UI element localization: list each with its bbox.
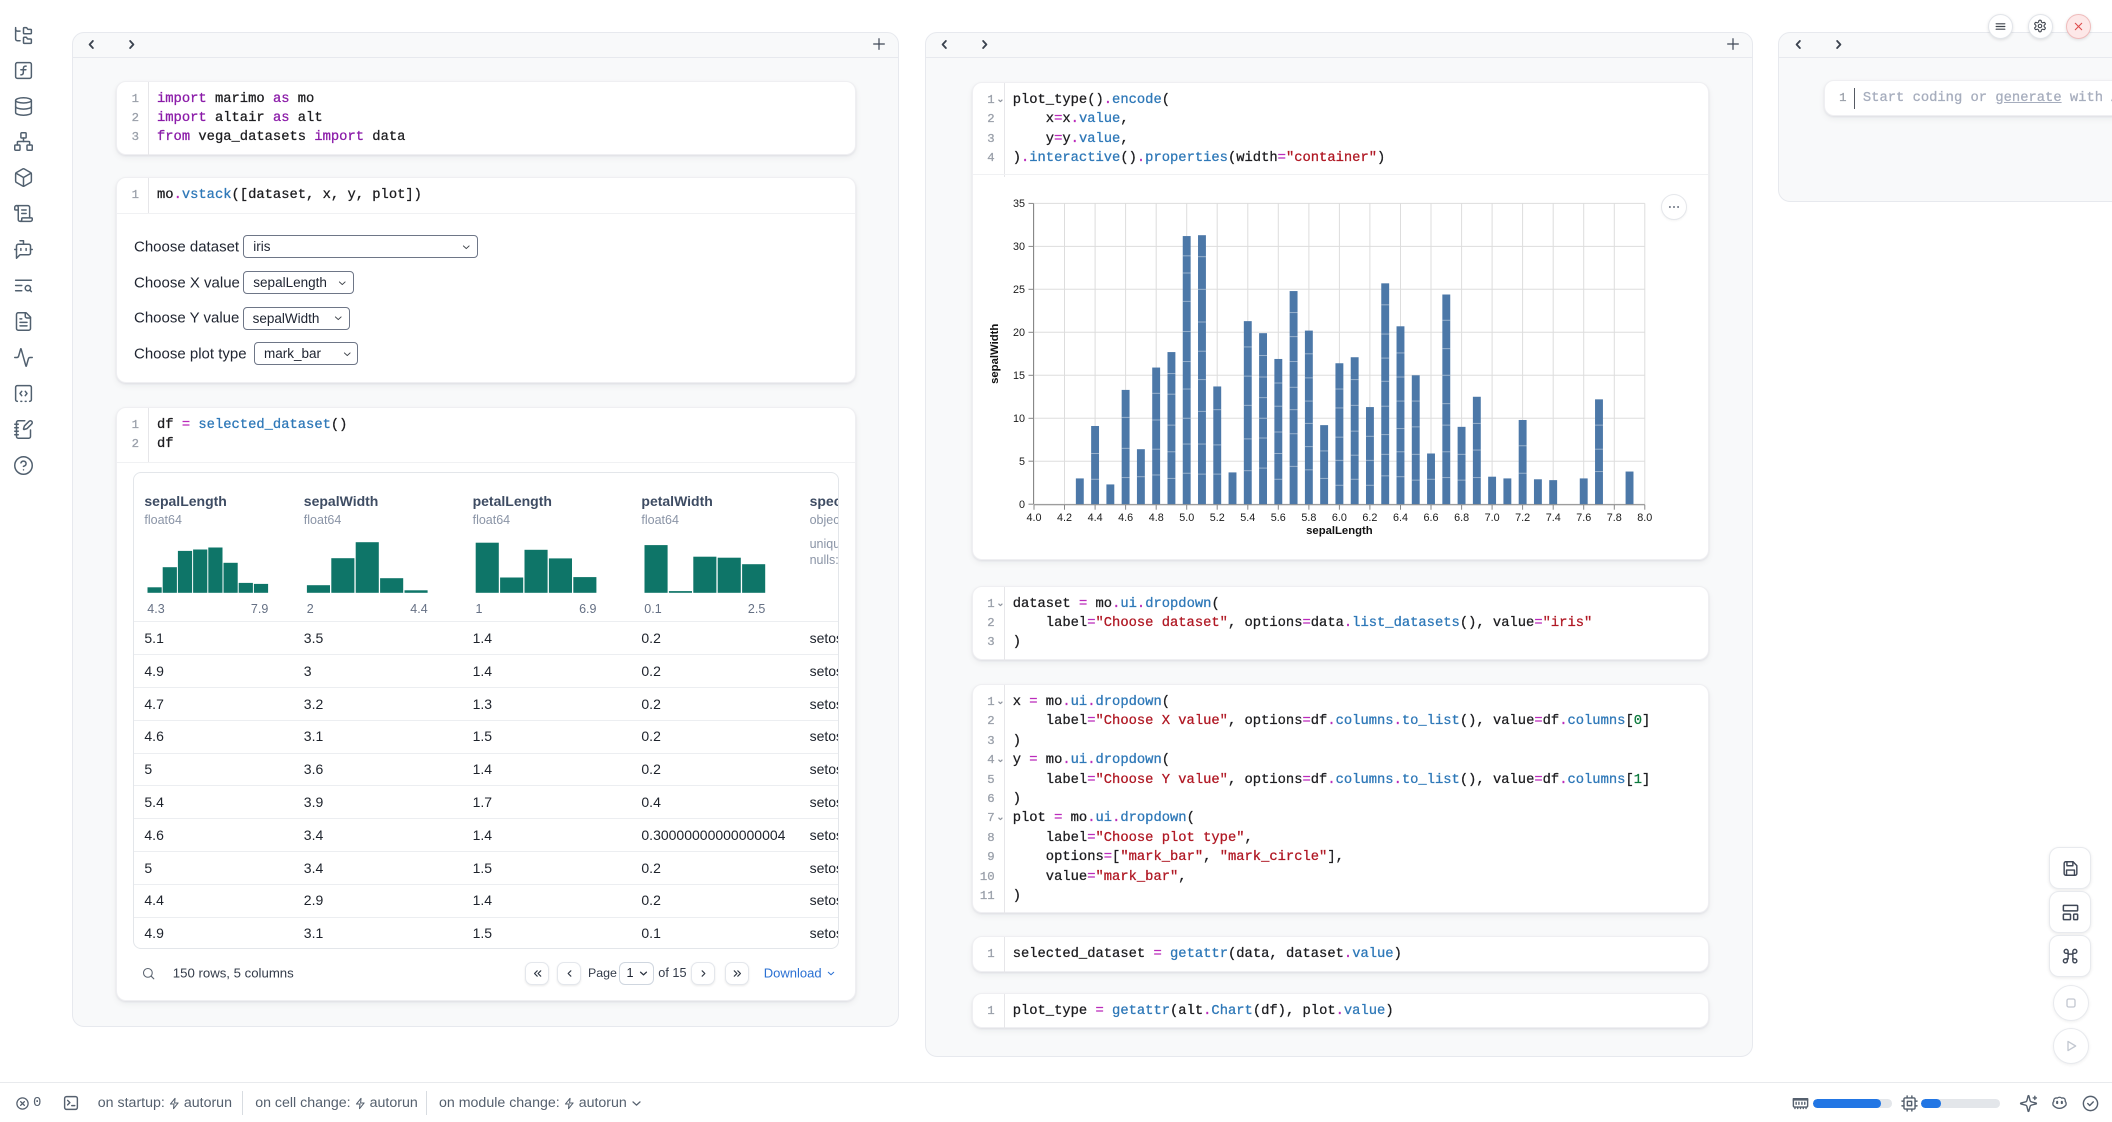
svg-text:0: 0 — [1019, 498, 1025, 510]
svg-text:5.0: 5.0 — [1179, 512, 1194, 524]
svg-text:5.8: 5.8 — [1301, 512, 1316, 524]
svg-text:5.4: 5.4 — [1240, 512, 1255, 524]
svg-text:8.0: 8.0 — [1637, 512, 1652, 524]
svg-text:4.0: 4.0 — [1026, 512, 1041, 524]
svg-text:6.6: 6.6 — [1423, 512, 1438, 524]
svg-text:35: 35 — [1013, 198, 1025, 210]
svg-text:7.0: 7.0 — [1484, 512, 1499, 524]
svg-text:30: 30 — [1013, 241, 1025, 253]
svg-text:4.6: 4.6 — [1118, 512, 1133, 524]
svg-text:sepalLength: sepalLength — [1306, 525, 1373, 537]
svg-text:7.6: 7.6 — [1576, 512, 1591, 524]
svg-text:6.2: 6.2 — [1362, 512, 1377, 524]
svg-text:20: 20 — [1013, 326, 1025, 338]
svg-text:7.4: 7.4 — [1545, 512, 1560, 524]
svg-text:5.6: 5.6 — [1270, 512, 1285, 524]
svg-text:6.8: 6.8 — [1454, 512, 1469, 524]
svg-text:25: 25 — [1013, 283, 1025, 295]
svg-text:5.2: 5.2 — [1209, 512, 1224, 524]
svg-text:6.0: 6.0 — [1332, 512, 1347, 524]
svg-text:10: 10 — [1013, 412, 1025, 424]
svg-text:7.8: 7.8 — [1606, 512, 1621, 524]
svg-text:sepalWidth: sepalWidth — [989, 323, 1001, 383]
svg-text:4.2: 4.2 — [1057, 512, 1072, 524]
svg-text:15: 15 — [1013, 369, 1025, 381]
svg-text:5: 5 — [1019, 455, 1025, 467]
svg-text:4.8: 4.8 — [1148, 512, 1163, 524]
svg-text:6.4: 6.4 — [1393, 512, 1408, 524]
svg-text:4.4: 4.4 — [1087, 512, 1102, 524]
svg-text:7.2: 7.2 — [1515, 512, 1530, 524]
